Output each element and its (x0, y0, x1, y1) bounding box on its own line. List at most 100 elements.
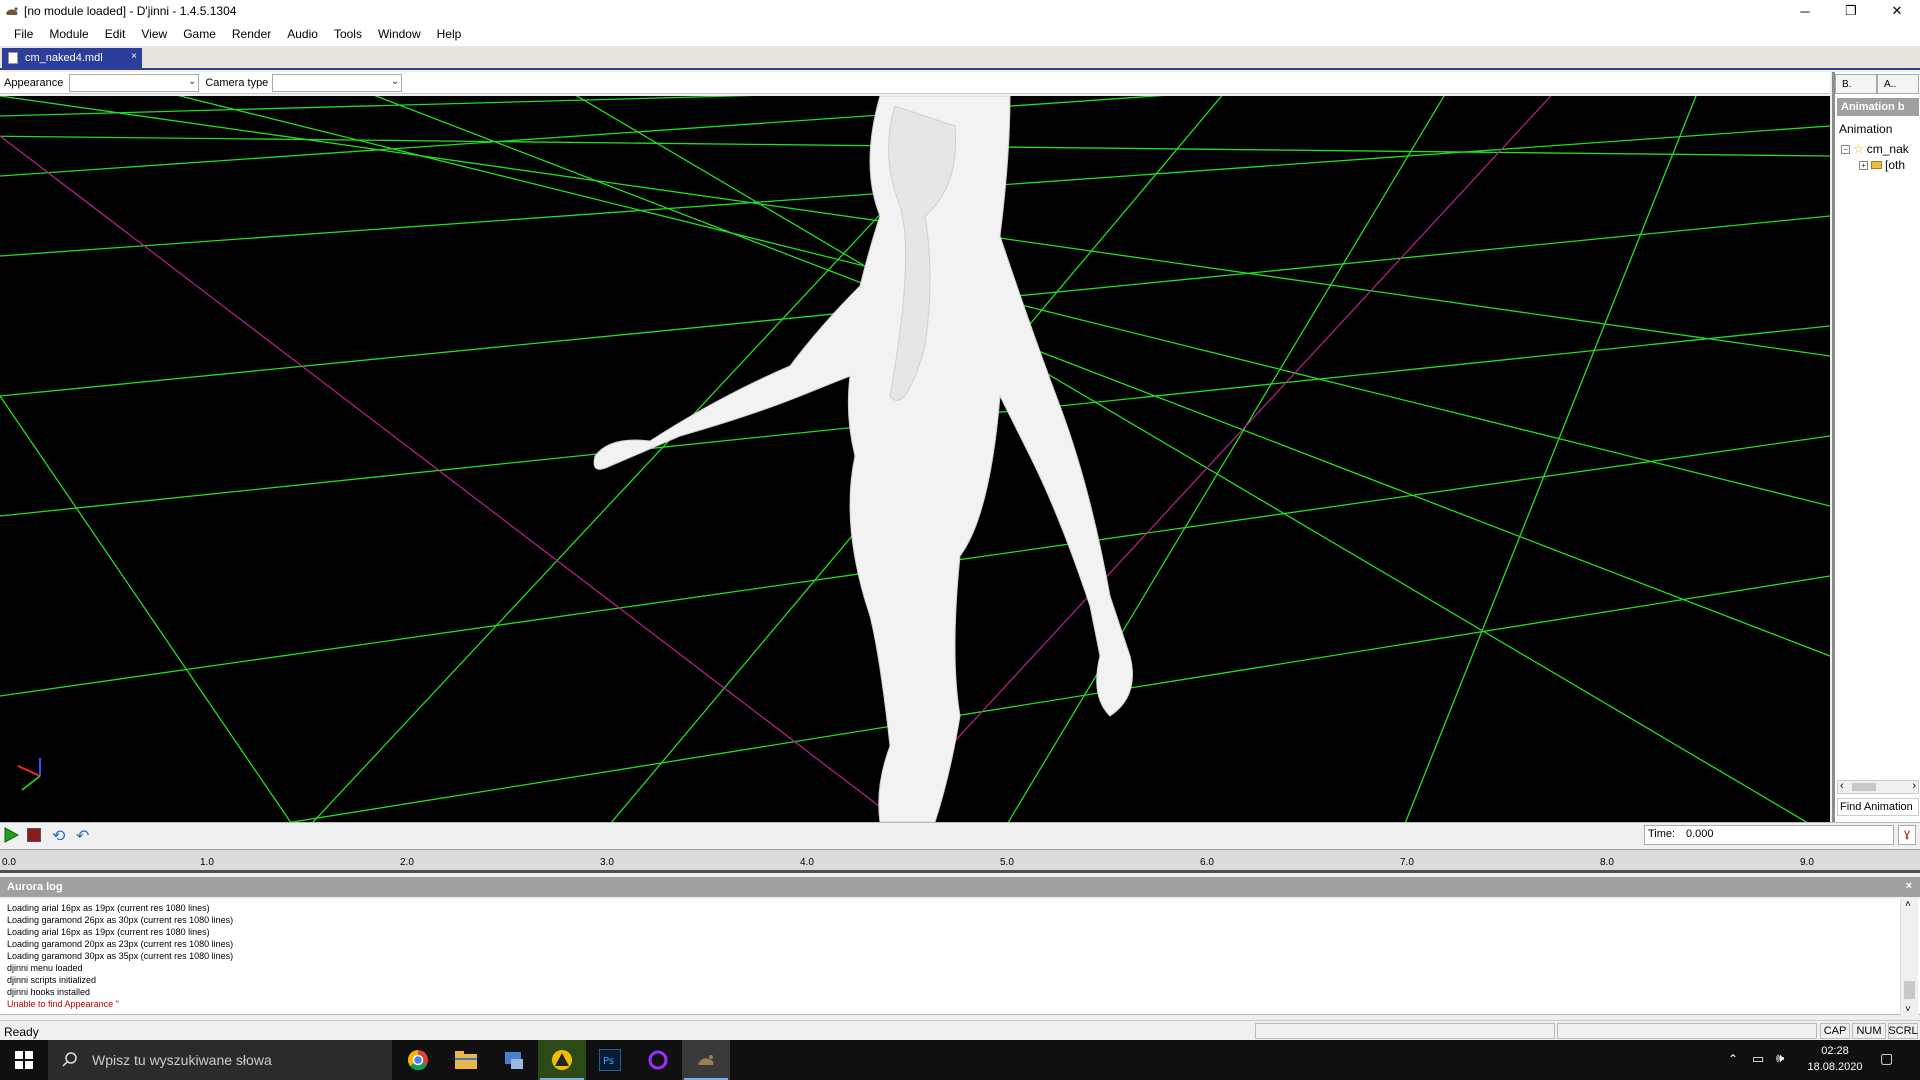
document-tab[interactable]: cm_naked4.mdl × (2, 48, 142, 68)
timeline-tick: 6.0 (1200, 857, 1214, 868)
menu-help[interactable]: Help (429, 27, 470, 41)
timeline-tick: 9.0 (1800, 857, 1814, 868)
close-icon[interactable]: × (1906, 880, 1912, 892)
stop-icon[interactable] (27, 828, 41, 842)
time-value: 0.000 (1686, 828, 1714, 840)
search-icon (62, 1052, 77, 1067)
timeline-tick: 0.0 (2, 857, 16, 868)
scroll-thumb[interactable] (1852, 783, 1876, 791)
log-panel[interactable]: Loading arial 16px as 19px (current res … (0, 899, 1920, 1015)
menu-audio[interactable]: Audio (279, 27, 326, 41)
caps-indicator: CAP (1820, 1023, 1850, 1039)
file-explorer-icon[interactable] (442, 1040, 490, 1080)
menu-view[interactable]: View (133, 27, 175, 41)
menu-game[interactable]: Game (175, 27, 224, 41)
appearance-label: Appearance (4, 76, 64, 89)
menu-edit[interactable]: Edit (97, 27, 134, 41)
play-icon[interactable] (3, 827, 19, 843)
find-animation-field[interactable]: Find Animation (1837, 798, 1919, 816)
menu-module[interactable]: Module (41, 27, 96, 41)
timeline-ruler[interactable]: 0.0 1.0 2.0 3.0 4.0 5.0 6.0 7.0 8.0 9.0 (0, 849, 1920, 873)
clock-date: 18.08.2020 (1807, 1061, 1863, 1073)
timeline-tick: 4.0 (800, 857, 814, 868)
viewer-toolbar: Appearance ⌄ Camera type ⌄ (0, 72, 1830, 94)
log-line: Loading garamond 20px as 23px (current r… (7, 939, 234, 949)
window-title: [no module loaded] - D'jinni - 1.4.5.130… (24, 4, 237, 18)
start-button[interactable] (0, 1040, 48, 1080)
tree-item-model[interactable]: − ☆ cm_nak (1841, 142, 1909, 156)
timeline-tick: 8.0 (1600, 857, 1614, 868)
animation-panel-header: Animation b (1837, 98, 1919, 116)
tray-chevron-icon[interactable]: ⌃ (1728, 1052, 1738, 1066)
log-line: djinni menu loaded (7, 963, 83, 973)
tab-a[interactable]: A.. (1877, 74, 1919, 94)
timeline-tick: 1.0 (200, 857, 214, 868)
loop-icon[interactable]: ⟲ (52, 826, 65, 846)
time-field[interactable] (1644, 825, 1894, 845)
rewind-icon[interactable]: ↶ (76, 826, 89, 846)
app-icon[interactable] (490, 1040, 538, 1080)
taskbar: Wpisz tu wyszukiwane słowa Ps ⌃ ▭ 🕪 02:2… (0, 1040, 1920, 1080)
time-label: Time: (1648, 828, 1676, 840)
tree-item-other[interactable]: + [oth (1859, 158, 1909, 172)
djinni-app-icon (6, 7, 18, 15)
log-line: djinni hooks installed (7, 987, 91, 997)
log-line: Loading garamond 30px as 35px (current r… (7, 951, 234, 961)
star-icon: ☆ (1853, 142, 1864, 156)
status-pane (1557, 1023, 1817, 1039)
timeline-tick: 7.0 (1400, 857, 1414, 868)
maximize-button[interactable]: ❐ (1828, 0, 1874, 22)
log-title: Aurora log (7, 881, 63, 893)
chevron-down-icon: ⌄ (187, 75, 197, 87)
axis-lines (0, 96, 1552, 822)
scroll-lock-indicator: SCRL (1888, 1023, 1918, 1039)
chevron-down-icon: ⌄ (390, 75, 400, 87)
menu-tools[interactable]: Tools (326, 27, 370, 41)
scroll-left-icon[interactable]: ‹ (1840, 780, 1844, 792)
menu-window[interactable]: Window (370, 27, 429, 41)
playback-bar: ⟲ ↶ Time: 0.000 ɣ (0, 822, 1920, 848)
camera-type-select[interactable]: ⌄ (272, 73, 403, 92)
file-icon (8, 52, 18, 64)
collapse-icon[interactable]: − (1841, 144, 1850, 154)
horizontal-scrollbar[interactable]: ‹ › (1837, 780, 1919, 794)
autocad-icon[interactable] (538, 1040, 586, 1080)
menu-file[interactable]: File (6, 27, 41, 41)
3d-viewport[interactable] (0, 96, 1830, 822)
tab-b[interactable]: B. (1835, 74, 1877, 94)
taskbar-clock[interactable]: 02:28 18.08.2020 (1800, 1043, 1870, 1075)
djinni-icon[interactable] (682, 1040, 730, 1080)
viewport-scene (0, 96, 1830, 822)
status-pane (1255, 1023, 1555, 1039)
scroll-thumb[interactable] (1904, 981, 1915, 999)
appearance-select[interactable]: ⌄ (69, 73, 200, 92)
tab-close-icon[interactable]: × (131, 51, 137, 62)
tree-item-label: cm_nak (1866, 142, 1909, 156)
status-bar: Ready CAP NUM SCRL (0, 1020, 1920, 1040)
minimize-button[interactable]: ─ (1782, 0, 1828, 22)
menu-bar: File Module Edit View Game Render Audio … (0, 22, 1920, 46)
scroll-right-icon[interactable]: › (1912, 780, 1916, 792)
search-placeholder: Wpisz tu wyszukiwane słowa (92, 1052, 272, 1068)
photoshop-icon[interactable]: Ps (586, 1040, 634, 1080)
chrome-icon[interactable] (394, 1040, 442, 1080)
taskbar-search-box[interactable]: Wpisz tu wyszukiwane słowa (48, 1040, 392, 1080)
animation-tree: − ☆ cm_nak + [oth (1841, 142, 1909, 172)
animation-panel: B. A.. Animation b Animation − ☆ cm_nak … (1832, 72, 1920, 822)
marker-icon[interactable]: ɣ (1898, 825, 1916, 845)
vertical-scrollbar[interactable]: ˄ ˅ (1900, 899, 1918, 1015)
expand-icon[interactable]: + (1859, 160, 1868, 170)
tree-item-label: [oth (1885, 158, 1906, 172)
close-button[interactable]: ✕ (1874, 0, 1920, 22)
log-line: Loading arial 16px as 19px (current res … (7, 927, 210, 937)
volume-icon[interactable]: 🕪 (1776, 1050, 1784, 1066)
network-icon[interactable]: ▭ (1752, 1051, 1764, 1067)
menu-render[interactable]: Render (224, 27, 279, 41)
document-tab-label: cm_naked4.mdl (25, 52, 103, 64)
cortana-ring-icon[interactable] (634, 1040, 682, 1080)
scroll-up-icon[interactable]: ˄ (1905, 899, 1911, 910)
title-bar: [no module loaded] - D'jinni - 1.4.5.130… (0, 0, 1920, 22)
notification-icon[interactable]: ▢ (1880, 1050, 1893, 1067)
scroll-down-icon[interactable]: ˅ (1905, 1004, 1911, 1015)
timeline-tick: 5.0 (1000, 857, 1014, 868)
